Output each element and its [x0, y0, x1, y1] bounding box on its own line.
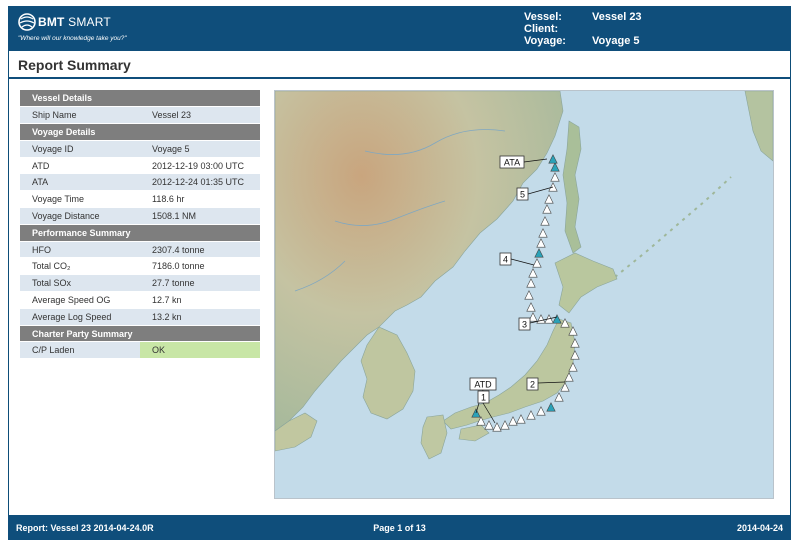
- row-label: Total CO₂: [20, 257, 140, 276]
- section-title: Charter Party Summary: [20, 325, 260, 343]
- table-row: Ship Name Vessel 23: [20, 106, 260, 125]
- section-header-charter-party-summary: Charter Party Summary: [20, 325, 260, 343]
- vessel-label: Vessel:: [524, 11, 562, 23]
- vessel-value: Vessel 23: [592, 11, 642, 23]
- row-value: 7186.0 tonne: [140, 257, 260, 276]
- report-meta: Vessel: Vessel 23 Client: Voyage: Voyage 5: [524, 11, 784, 47]
- row-label: HFO: [20, 241, 140, 259]
- row-label: Voyage Distance: [20, 207, 140, 225]
- summary-table: Vessel Details Ship Name Vessel 23 Voyage…: [20, 90, 260, 360]
- table-row: Voyage Distance 1508.1 NM: [20, 207, 260, 225]
- table-row: Average Speed OG 12.7 kn: [20, 291, 260, 309]
- row-value: 1508.1 NM: [140, 207, 260, 225]
- footer-date: 2014-04-24: [736, 523, 783, 533]
- page-title-bar: Report Summary: [8, 51, 791, 79]
- table-row: Voyage ID Voyage 5: [20, 140, 260, 158]
- row-label: Voyage ID: [20, 140, 140, 158]
- table-row: Voyage Time 118.6 hr: [20, 190, 260, 209]
- row-value: 2012-12-19 03:00 UTC: [140, 157, 260, 175]
- table-row: C/P Laden OK: [20, 341, 260, 360]
- logo-brand-light: SMART: [68, 15, 111, 29]
- voyage-value: Voyage 5: [592, 35, 640, 47]
- row-value: 2012-12-24 01:35 UTC: [140, 173, 260, 192]
- label-3-text: 3: [522, 320, 527, 330]
- label-4-text: 4: [503, 255, 508, 265]
- row-label: Total SOx: [20, 274, 140, 293]
- row-value: 13.2 kn: [140, 308, 260, 326]
- table-row: Average Log Speed 13.2 kn: [20, 308, 260, 326]
- globe-icon: [18, 13, 36, 31]
- row-label: Ship Name: [20, 106, 140, 125]
- section-header-performance-summary: Performance Summary: [20, 224, 260, 242]
- row-value: Vessel 23: [140, 106, 260, 125]
- table-row: HFO 2307.4 tonne: [20, 241, 260, 259]
- footer-page-number: Page 1 of 13: [373, 523, 426, 533]
- row-label: ATD: [20, 157, 140, 175]
- table-row: ATA 2012-12-24 01:35 UTC: [20, 173, 260, 192]
- client-label: Client:: [524, 23, 559, 35]
- section-title: Vessel Details: [20, 90, 260, 108]
- section-header-voyage-details: Voyage Details: [20, 123, 260, 141]
- label-atd-text: ATD: [474, 380, 492, 390]
- section-title: Voyage Details: [20, 123, 260, 141]
- label-1-text: 1: [481, 393, 486, 403]
- row-value: 27.7 tonne: [140, 274, 260, 293]
- section-title: Performance Summary: [20, 224, 260, 242]
- report-footer: Report: Vessel 23 2014-04-24.0R Page 1 o…: [8, 515, 791, 540]
- label-5-text: 5: [520, 190, 525, 200]
- report-header: BMT SMART "Where will our knowledge take…: [8, 6, 791, 51]
- row-label: ATA: [20, 173, 140, 192]
- voyage-map[interactable]: ATA 5 4 3 2 ATD 1: [274, 90, 774, 499]
- table-row: Total CO₂ 7186.0 tonne: [20, 257, 260, 276]
- table-row: ATD 2012-12-19 03:00 UTC: [20, 157, 260, 175]
- row-value: 12.7 kn: [140, 291, 260, 309]
- voyage-label: Voyage:: [524, 35, 566, 47]
- logo-text: BMT SMART: [38, 15, 111, 29]
- label-ata-text: ATA: [504, 158, 520, 168]
- status-ok-cell: OK: [140, 341, 260, 360]
- row-value: 118.6 hr: [140, 190, 260, 209]
- map-canvas[interactable]: ATA 5 4 3 2 ATD 1: [275, 91, 773, 498]
- label-2-text: 2: [530, 380, 535, 390]
- logo-tagline: "Where will our knowledge take you?": [18, 35, 127, 42]
- row-value: Voyage 5: [140, 140, 260, 158]
- section-header-vessel-details: Vessel Details: [20, 90, 260, 108]
- row-label: C/P Laden: [20, 341, 140, 360]
- row-label: Voyage Time: [20, 190, 140, 209]
- row-label: Average Speed OG: [20, 291, 140, 309]
- row-value: 2307.4 tonne: [140, 241, 260, 259]
- row-label: Average Log Speed: [20, 308, 140, 326]
- table-row: Total SOx 27.7 tonne: [20, 274, 260, 293]
- page-title: Report Summary: [18, 57, 131, 73]
- logo-brand-bold: BMT: [38, 15, 65, 29]
